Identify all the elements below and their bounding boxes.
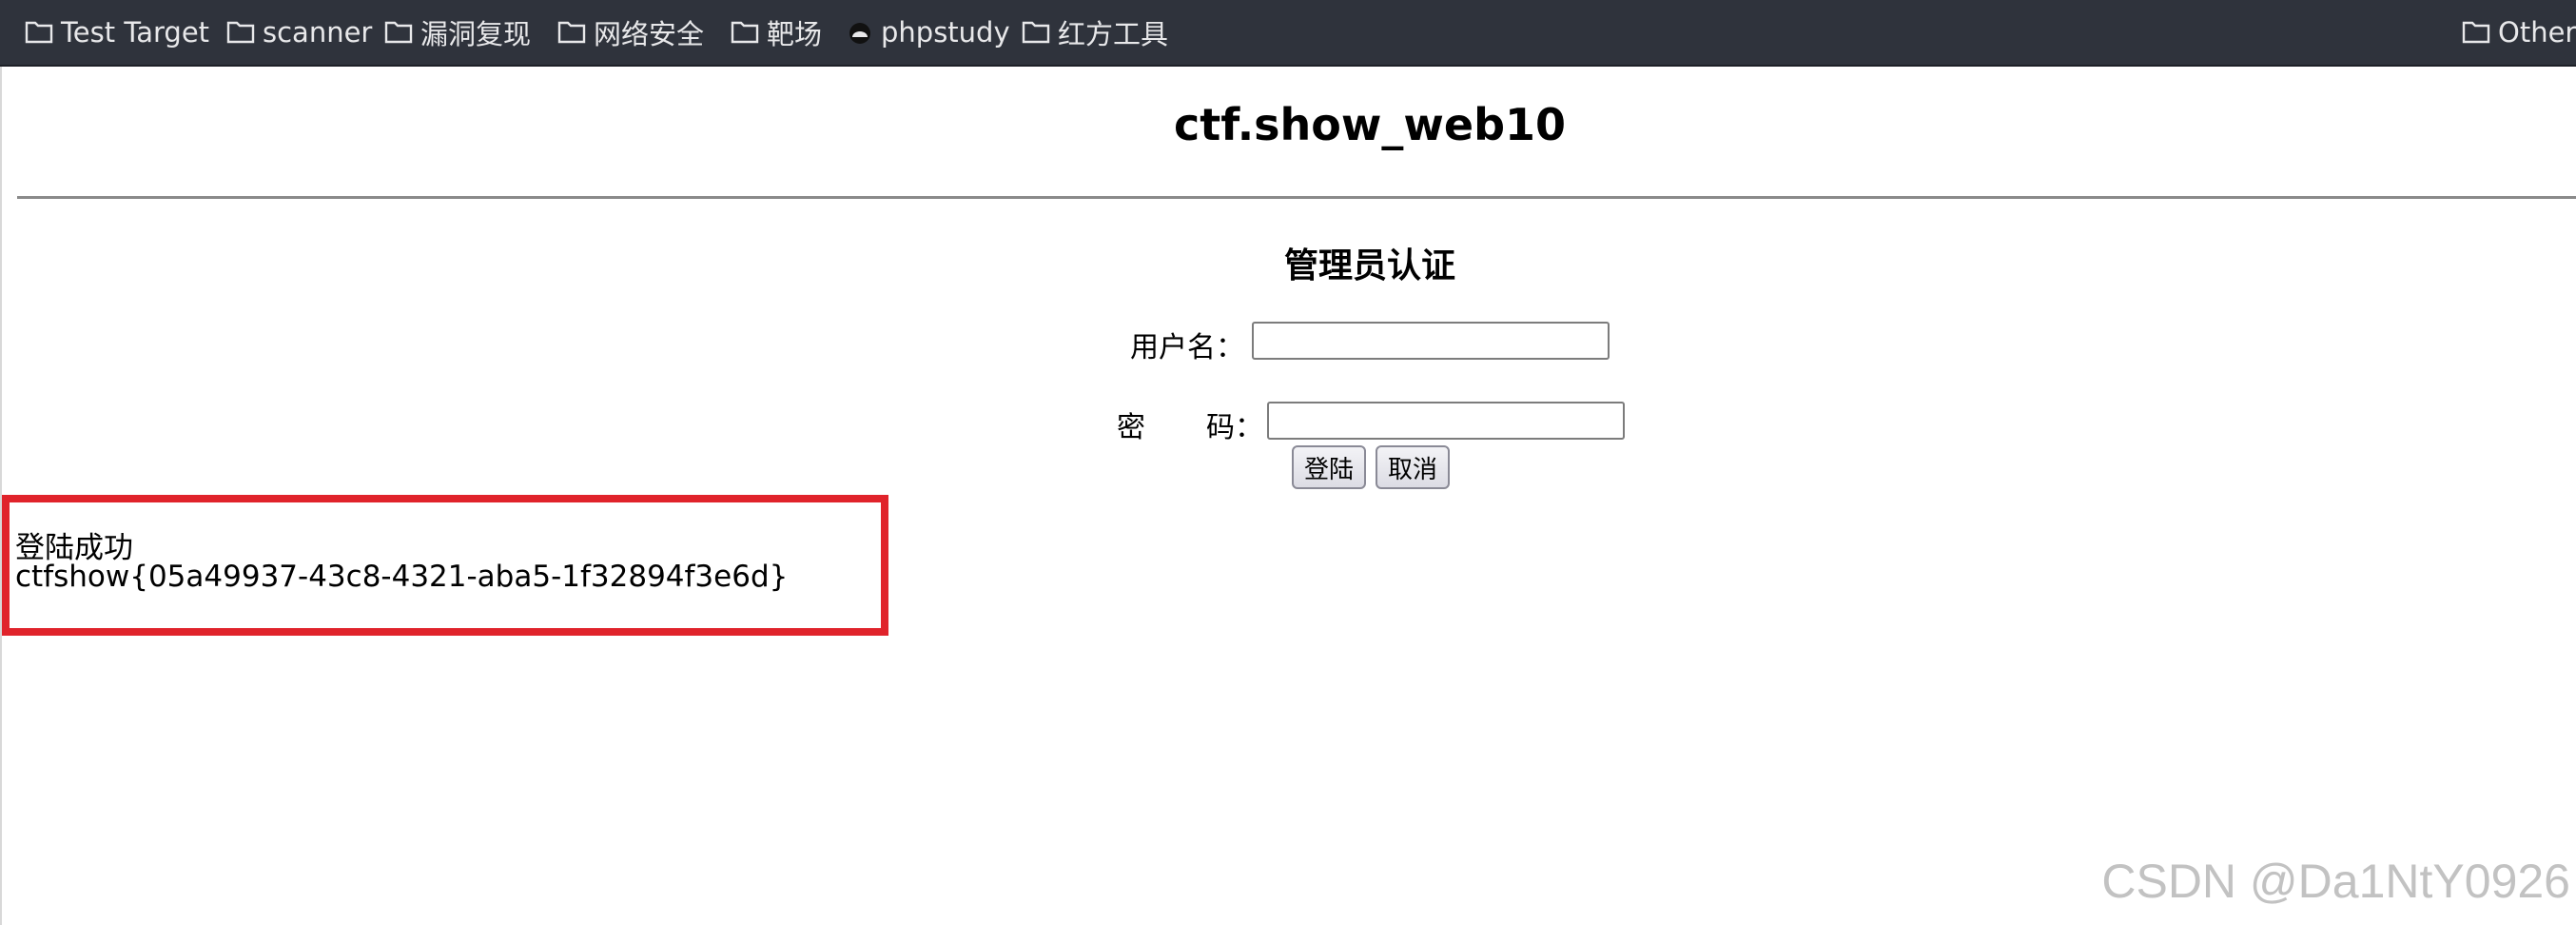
cancel-button[interactable]: 取消 bbox=[1376, 445, 1450, 489]
flag-text: ctfshow{05a49937-43c8-4321-aba5-1f32894f… bbox=[15, 560, 789, 594]
bookmark-label: 网络安全 bbox=[594, 18, 705, 50]
bookmark-range[interactable]: 靶场 bbox=[731, 0, 822, 65]
bookmark-label: 红方工具 bbox=[1058, 18, 1169, 50]
watermark: CSDN @Da1NtY0926 bbox=[2101, 855, 2570, 908]
folder-icon bbox=[226, 21, 255, 44]
bookmark-network-security[interactable]: 网络安全 bbox=[557, 0, 704, 65]
bookmark-label: phpstudy bbox=[881, 16, 1010, 49]
password-label-left: 密 bbox=[1117, 411, 1145, 444]
folder-icon bbox=[384, 21, 413, 44]
bookmark-label: 漏洞复现 bbox=[420, 18, 532, 50]
bookmark-label: Other bbox=[2498, 16, 2576, 49]
page-title: ctf.show_web10 bbox=[1173, 99, 1567, 150]
bookmark-other[interactable]: Other bbox=[2462, 0, 2576, 65]
horizontal-divider bbox=[17, 196, 2576, 199]
username-label: 用户名： bbox=[1130, 331, 1244, 364]
folder-icon bbox=[25, 21, 53, 44]
bookmark-red-team-tools[interactable]: 红方工具 bbox=[1022, 0, 1168, 65]
bookmark-label: Test Target bbox=[61, 16, 210, 49]
bookmark-vuln-reproduce[interactable]: 漏洞复现 bbox=[384, 0, 531, 65]
bookmark-test-target[interactable]: Test Target bbox=[25, 0, 209, 65]
password-input[interactable] bbox=[1267, 402, 1625, 440]
username-input[interactable] bbox=[1252, 322, 1610, 360]
folder-icon bbox=[1022, 21, 1050, 44]
password-label-right: 码： bbox=[1206, 411, 1263, 444]
bookmark-scanner[interactable]: scanner bbox=[226, 0, 372, 65]
form-title: 管理员认证 bbox=[1283, 246, 1455, 285]
folder-icon bbox=[557, 21, 586, 44]
bookmark-phpstudy[interactable]: phpstudy bbox=[847, 0, 1010, 65]
login-button[interactable]: 登陆 bbox=[1292, 445, 1366, 489]
bookmark-label: scanner bbox=[263, 16, 373, 49]
folder-icon bbox=[731, 21, 759, 44]
bookmark-label: 靶场 bbox=[767, 18, 823, 50]
bookmarks-bar: Test Target scanner 漏洞复现 网络安全 靶场 phpstud… bbox=[0, 0, 2576, 67]
folder-icon bbox=[2462, 21, 2490, 44]
phpstudy-icon bbox=[849, 23, 870, 44]
